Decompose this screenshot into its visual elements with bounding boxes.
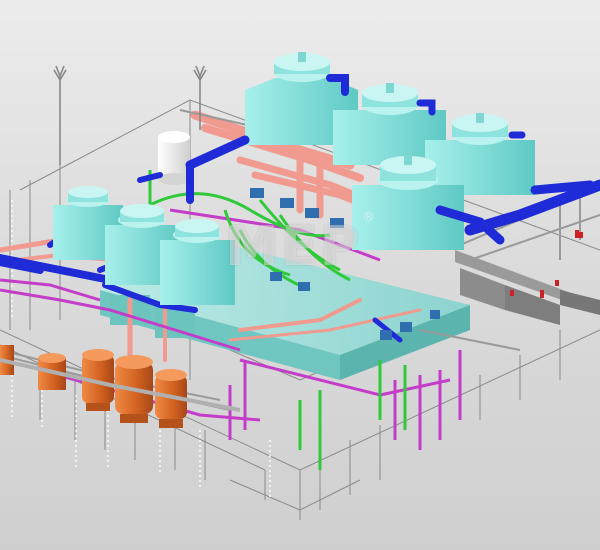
equipment-pads-right	[455, 230, 600, 325]
mep-3d-model	[0, 52, 600, 520]
white-storage-tank	[158, 131, 190, 185]
mep-model-viewport: MEP ®	[0, 0, 600, 550]
registered-mark: ®	[362, 210, 375, 225]
